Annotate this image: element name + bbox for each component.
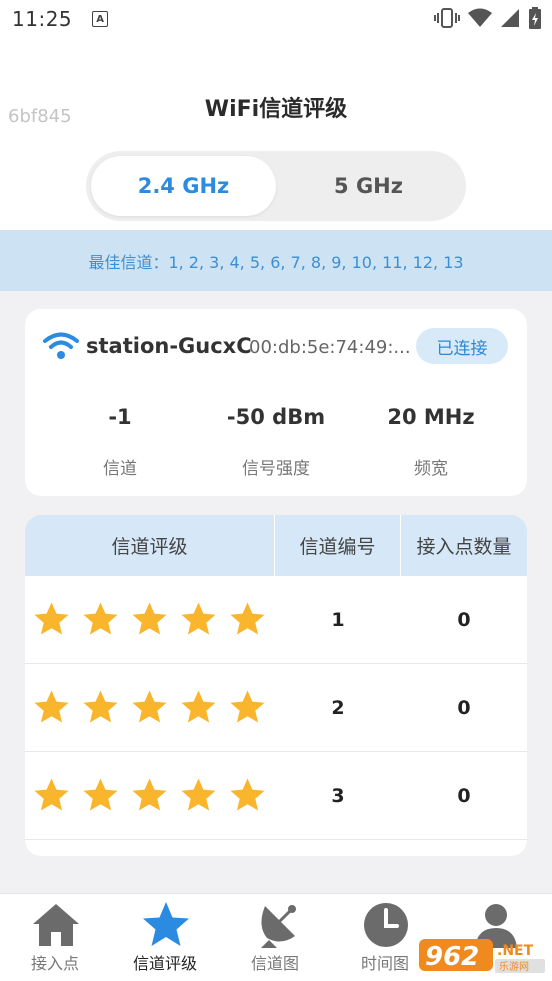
rating-stars	[25, 777, 275, 814]
stat-label: 信号强度	[242, 459, 310, 479]
star-icon	[132, 602, 167, 635]
star-icon	[83, 690, 118, 723]
nav-item-access-points[interactable]: 接入点	[0, 894, 110, 981]
table-header: 信道评级 信道编号 接入点数量	[25, 515, 527, 576]
star-icon	[230, 778, 265, 811]
page-title: WiFi信道评级	[204, 97, 348, 122]
signal-icon	[501, 9, 519, 27]
star-icon	[34, 690, 69, 723]
channel-number: 2	[331, 696, 345, 719]
star-icon	[34, 602, 69, 635]
table-row[interactable]: 10	[25, 576, 527, 664]
star-icon	[230, 690, 265, 723]
band-selector: 2.4 GHz 5 GHz	[86, 151, 466, 221]
svg-text:962: 962	[425, 942, 479, 972]
column-header-ap-count: 接入点数量	[416, 536, 512, 558]
status-bar: 11:25 A	[0, 0, 552, 38]
band-5ghz-tab[interactable]: 5 GHz	[276, 156, 461, 216]
status-icons	[434, 7, 542, 29]
nav-label: 信道评级	[132, 954, 197, 973]
wifi-icon	[43, 332, 79, 359]
nav-item-channel-graph[interactable]: 信道图	[220, 894, 330, 981]
satellite-dish-icon	[261, 905, 296, 948]
table-row[interactable]: 30	[25, 752, 527, 840]
ap-count: 0	[457, 696, 471, 719]
best-channels-banner: 最佳信道：1, 2, 3, 4, 5, 6, 7, 8, 9, 10, 11, …	[0, 230, 552, 291]
nav-item-channel-rating[interactable]: 信道评级	[110, 894, 220, 981]
table-row[interactable]: 20	[25, 664, 527, 752]
star-icon	[181, 602, 216, 635]
star-icon	[181, 690, 216, 723]
channel-rating-table: 信道评级 信道编号 接入点数量 102030	[25, 515, 527, 856]
stat-value: 20 MHz	[387, 405, 475, 429]
column-header-rating: 信道评级	[25, 515, 275, 576]
channel-number: 1	[331, 608, 345, 631]
a-icon: A	[92, 11, 109, 27]
stat-label: 频宽	[414, 459, 448, 479]
ap-count: 0	[457, 608, 471, 631]
ssid-label: station-GucxC	[86, 334, 252, 358]
star-icon	[132, 690, 167, 723]
star-icon	[83, 778, 118, 811]
site-logo: 962 .NET 乐游网	[419, 939, 545, 973]
svg-text:乐游网: 乐游网	[499, 960, 529, 973]
status-time: 11:25	[12, 7, 73, 31]
nav-label: 接入点	[30, 954, 79, 973]
connection-card[interactable]: station-GucxC 00:db:5e:74:49:... 已连接 -1 …	[25, 309, 527, 496]
rating-stars	[25, 689, 275, 726]
nav-label: 信道图	[250, 954, 299, 973]
band-2-4ghz-tab[interactable]: 2.4 GHz	[91, 156, 276, 216]
star-icon	[230, 602, 265, 635]
star-icon	[143, 902, 189, 946]
stat-label: 信道	[103, 459, 137, 479]
column-header-channel: 信道编号	[275, 515, 401, 576]
ap-count: 0	[457, 784, 471, 807]
star-icon	[181, 778, 216, 811]
channel-number: 3	[331, 784, 345, 807]
clock-icon	[364, 903, 408, 947]
rating-stars	[25, 601, 275, 638]
home-icon	[33, 904, 79, 946]
mac-address: 00:db:5e:74:49:...	[249, 337, 411, 358]
wifi-icon	[468, 8, 492, 27]
header: 6bf845 WiFi信道评级 2.4 GHz 5 GHz	[0, 38, 552, 230]
star-icon	[132, 778, 167, 811]
connected-badge: 已连接	[416, 328, 508, 364]
star-icon	[34, 778, 69, 811]
stat-value: -50 dBm	[226, 405, 326, 429]
vibrate-icon	[434, 8, 460, 28]
star-icon	[83, 602, 118, 635]
svg-text:.NET: .NET	[497, 943, 534, 959]
stat-value: -1	[108, 405, 132, 429]
battery-icon	[529, 7, 541, 29]
